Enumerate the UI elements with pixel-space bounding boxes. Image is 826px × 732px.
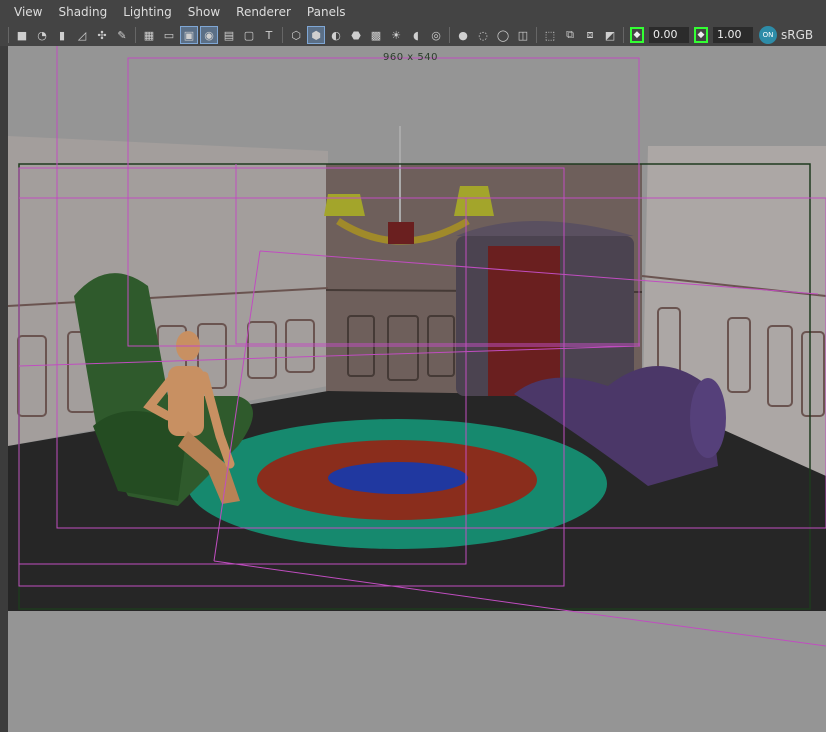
viewport-3d[interactable]: [8, 46, 826, 732]
exposure-toggle-icon[interactable]: ◆: [630, 27, 644, 43]
xray-joints-icon[interactable]: ⧈: [581, 26, 599, 44]
motion-blur-icon[interactable]: ◌: [474, 26, 492, 44]
film-gate-icon[interactable]: ▭: [160, 26, 178, 44]
gamma-toggle-icon[interactable]: ◆: [694, 27, 708, 43]
xray-active-icon[interactable]: ◩: [601, 26, 619, 44]
camera-icon[interactable]: ■: [13, 26, 31, 44]
two-d-pan-zoom-icon[interactable]: ✣: [93, 26, 111, 44]
isolate-select-icon[interactable]: ⬚: [541, 26, 559, 44]
exposure-icon[interactable]: ◆: [628, 26, 646, 44]
shadows-icon[interactable]: ◖: [407, 26, 425, 44]
safe-title-icon[interactable]: T: [260, 26, 278, 44]
wireframe-on-shaded-icon[interactable]: ⬣: [347, 26, 365, 44]
viewport-left-gutter: [0, 46, 8, 732]
gate-mask-icon[interactable]: ◉: [200, 26, 218, 44]
toolbar-separator: [282, 27, 283, 43]
scene-render: [8, 46, 826, 732]
use-all-lights-icon[interactable]: ☀: [387, 26, 405, 44]
panel-toolbar: ■ ◔ ▮ ◿ ✣ ✎ ▦ ▭ ▣ ◉ ▤ ▢ T ⬡ ⬢ ◐ ⬣ ▩ ☀ ◖ …: [0, 24, 826, 46]
resolution-gate-icon[interactable]: ▣: [180, 26, 198, 44]
multisample-icon[interactable]: ◯: [494, 26, 512, 44]
toolbar-separator: [536, 27, 537, 43]
toolbar-separator: [449, 27, 450, 43]
color-space-label[interactable]: sRGB: [781, 28, 813, 42]
menu-renderer[interactable]: Renderer: [228, 0, 299, 24]
menu-shading[interactable]: Shading: [50, 0, 115, 24]
toolbar-separator: [623, 27, 624, 43]
image-plane-icon[interactable]: ◿: [73, 26, 91, 44]
bookmark-icon[interactable]: ▮: [53, 26, 71, 44]
exposure-field[interactable]: 0.00: [649, 27, 689, 43]
wardrobe: [456, 221, 634, 396]
rug-center: [328, 462, 468, 494]
resolution-label: 960 x 540: [383, 52, 438, 63]
menu-bar: View Shading Lighting Show Renderer Pane…: [0, 0, 826, 24]
gamma-field[interactable]: 1.00: [713, 27, 753, 43]
color-management-toggle[interactable]: ON: [759, 26, 777, 44]
menu-panels[interactable]: Panels: [299, 0, 354, 24]
grid-icon[interactable]: ▦: [140, 26, 158, 44]
wireframe-icon[interactable]: ⬡: [287, 26, 305, 44]
grease-pencil-icon[interactable]: ✎: [113, 26, 131, 44]
smooth-shade-icon[interactable]: ⬢: [307, 26, 325, 44]
textured-icon[interactable]: ▩: [367, 26, 385, 44]
depth-of-field-icon[interactable]: ◫: [514, 26, 532, 44]
menu-view[interactable]: View: [0, 0, 50, 24]
camera-attributes-icon[interactable]: ◔: [33, 26, 51, 44]
gamma-icon[interactable]: ◆: [692, 26, 710, 44]
toolbar-separator: [8, 27, 9, 43]
xray-icon[interactable]: ◎: [427, 26, 445, 44]
default-material-icon[interactable]: ◐: [327, 26, 345, 44]
menu-show[interactable]: Show: [180, 0, 228, 24]
hud-icon[interactable]: ⧉: [561, 26, 579, 44]
menu-lighting[interactable]: Lighting: [115, 0, 180, 24]
toolbar-separator: [135, 27, 136, 43]
ambient-occlusion-icon[interactable]: ●: [454, 26, 472, 44]
safe-action-icon[interactable]: ▢: [240, 26, 258, 44]
field-chart-icon[interactable]: ▤: [220, 26, 238, 44]
